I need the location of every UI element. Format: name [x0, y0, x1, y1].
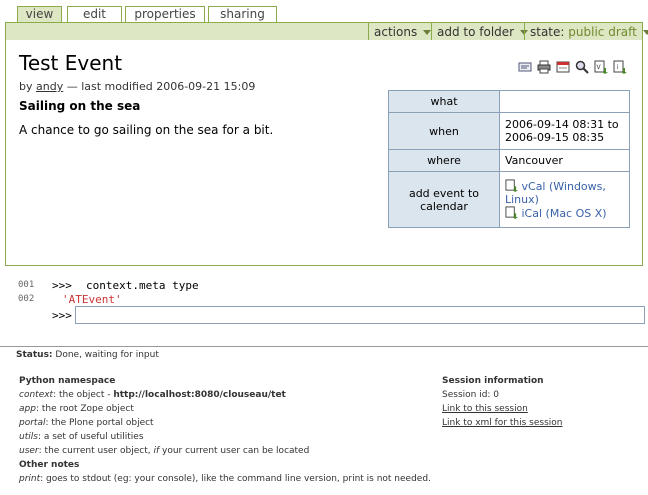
tab-view[interactable]: view [17, 6, 62, 23]
tab-sharing[interactable]: sharing [208, 6, 277, 22]
when-value: 2006-09-14 08:31 to 2006-09-15 08:35 [499, 112, 630, 150]
when-start: 2006-09-14 08:31 to [505, 118, 619, 131]
where-label: where [388, 149, 500, 172]
line-number: 002 [18, 294, 35, 304]
line-number: 001 [18, 280, 35, 290]
user-label: user [19, 446, 39, 456]
content-actions-bar: actions add to folder state: public draf… [5, 22, 648, 42]
context-label: context [19, 390, 54, 400]
session-info: Session information Session id: 0 Link t… [442, 374, 562, 430]
console-prompt: >>> [52, 279, 72, 292]
session-xml-link[interactable]: Link to xml for this session [442, 418, 562, 428]
context-text: : the object - [53, 390, 111, 400]
console-result: 'ATEvent' [62, 293, 122, 306]
tab-properties[interactable]: properties [125, 6, 205, 22]
state-value: public draft [568, 25, 637, 39]
calendar-links: vCal (Windows, Linux) iCal (Mac OS X) [499, 171, 630, 228]
ical-icon [505, 206, 518, 219]
byline: by andy — last modified 2006-09-21 15:09 [19, 80, 255, 93]
utils-label: utils [19, 432, 38, 442]
tab-label: view [25, 7, 54, 21]
document-description: Sailing on the sea [19, 99, 141, 113]
what-label: what [388, 90, 500, 113]
namespace-context: context: the object - http://localhost:8… [19, 388, 431, 402]
add-to-folder-menu[interactable]: add to folder [431, 23, 529, 41]
document-body: A chance to go sailing on the sea for a … [19, 123, 274, 137]
namespace-user: user: the current user object, if your c… [19, 444, 431, 458]
namespace-utils: utils: a set of useful utilities [19, 430, 431, 444]
print-label: print [19, 474, 41, 484]
console-command: context.meta type [86, 279, 199, 292]
portal-text: : the Plone portal object [45, 418, 154, 428]
actions-menu[interactable]: actions [368, 23, 432, 41]
content-area: Test Event V i by andy — last modified 2… [5, 40, 643, 266]
vcal-link[interactable]: vCal (Windows, Linux) [505, 179, 624, 206]
document-actions: V i [516, 60, 636, 74]
author-link[interactable]: andy [36, 80, 63, 93]
python-namespace-help: Python namespace context: the object - h… [19, 374, 431, 486]
add-to-folder-label: add to folder [437, 25, 515, 39]
namespace-portal: portal: the Plone portal object [19, 416, 431, 430]
session-heading: Session information [442, 376, 544, 386]
byline-prefix: by [19, 80, 33, 93]
user-text: : the current user object, [38, 446, 151, 456]
where-value: Vancouver [499, 149, 630, 172]
namespace-print: print: goes to stdout (eg: your console)… [19, 472, 431, 486]
context-url: http://localhost:8080/clouseau/tet [113, 390, 286, 400]
user-text-2: your current user can be located [162, 446, 310, 456]
utils-text: : a set of useful utilities [37, 432, 144, 442]
other-notes-heading: Other notes [19, 460, 80, 470]
when-end: 2006-09-15 08:35 [505, 131, 605, 144]
namespace-heading: Python namespace [19, 376, 116, 386]
status-line: Status: Done, waiting for input [16, 350, 159, 360]
vcal-link-label: vCal (Windows, Linux) [505, 180, 606, 206]
send-to-icon[interactable] [518, 60, 532, 74]
page-title: Test Event [19, 51, 123, 75]
state-menu[interactable]: state: public draft [524, 23, 648, 41]
search-icon[interactable] [575, 60, 589, 74]
event-details-table: what when 2006-09-14 08:31 to 2006-09-15… [388, 90, 630, 228]
print-icon[interactable] [537, 60, 551, 74]
namespace-app: app: the root Zope object [19, 402, 431, 416]
what-value [499, 90, 630, 113]
when-label: when [388, 112, 500, 150]
tab-label: edit [82, 7, 107, 21]
console-prompt: >>> [52, 309, 72, 322]
ical-icon[interactable]: i [613, 60, 627, 74]
tab-edit[interactable]: edit [67, 6, 122, 22]
app-text: : the root Zope object [35, 404, 134, 414]
vcal-icon[interactable]: V [594, 60, 608, 74]
tab-label: properties [134, 7, 196, 21]
ical-link[interactable]: iCal (Mac OS X) [505, 206, 624, 220]
chevron-down-icon [642, 30, 648, 35]
session-id: Session id: 0 [442, 390, 500, 400]
state-label: state: [530, 25, 565, 39]
status-text: Done, waiting for input [55, 350, 159, 360]
status-label: Status: [16, 350, 53, 360]
print-text: : goes to stdout (eg: your console), lik… [40, 474, 431, 484]
user-if: if [153, 446, 160, 456]
ical-link-label: iCal (Mac OS X) [521, 207, 607, 220]
divider [0, 346, 648, 347]
app-label: app [19, 404, 36, 414]
actions-label: actions [374, 25, 418, 39]
fullscreen-icon[interactable] [556, 60, 570, 74]
tab-label: sharing [220, 7, 265, 21]
chevron-down-icon [423, 30, 432, 35]
vcal-icon [505, 179, 518, 192]
session-link[interactable]: Link to this session [442, 404, 528, 414]
portal-label: portal [19, 418, 46, 428]
console-input[interactable] [75, 306, 645, 324]
add-to-calendar-label: add event to calendar [388, 171, 500, 228]
modified-date: — last modified 2006-09-21 15:09 [66, 80, 256, 93]
